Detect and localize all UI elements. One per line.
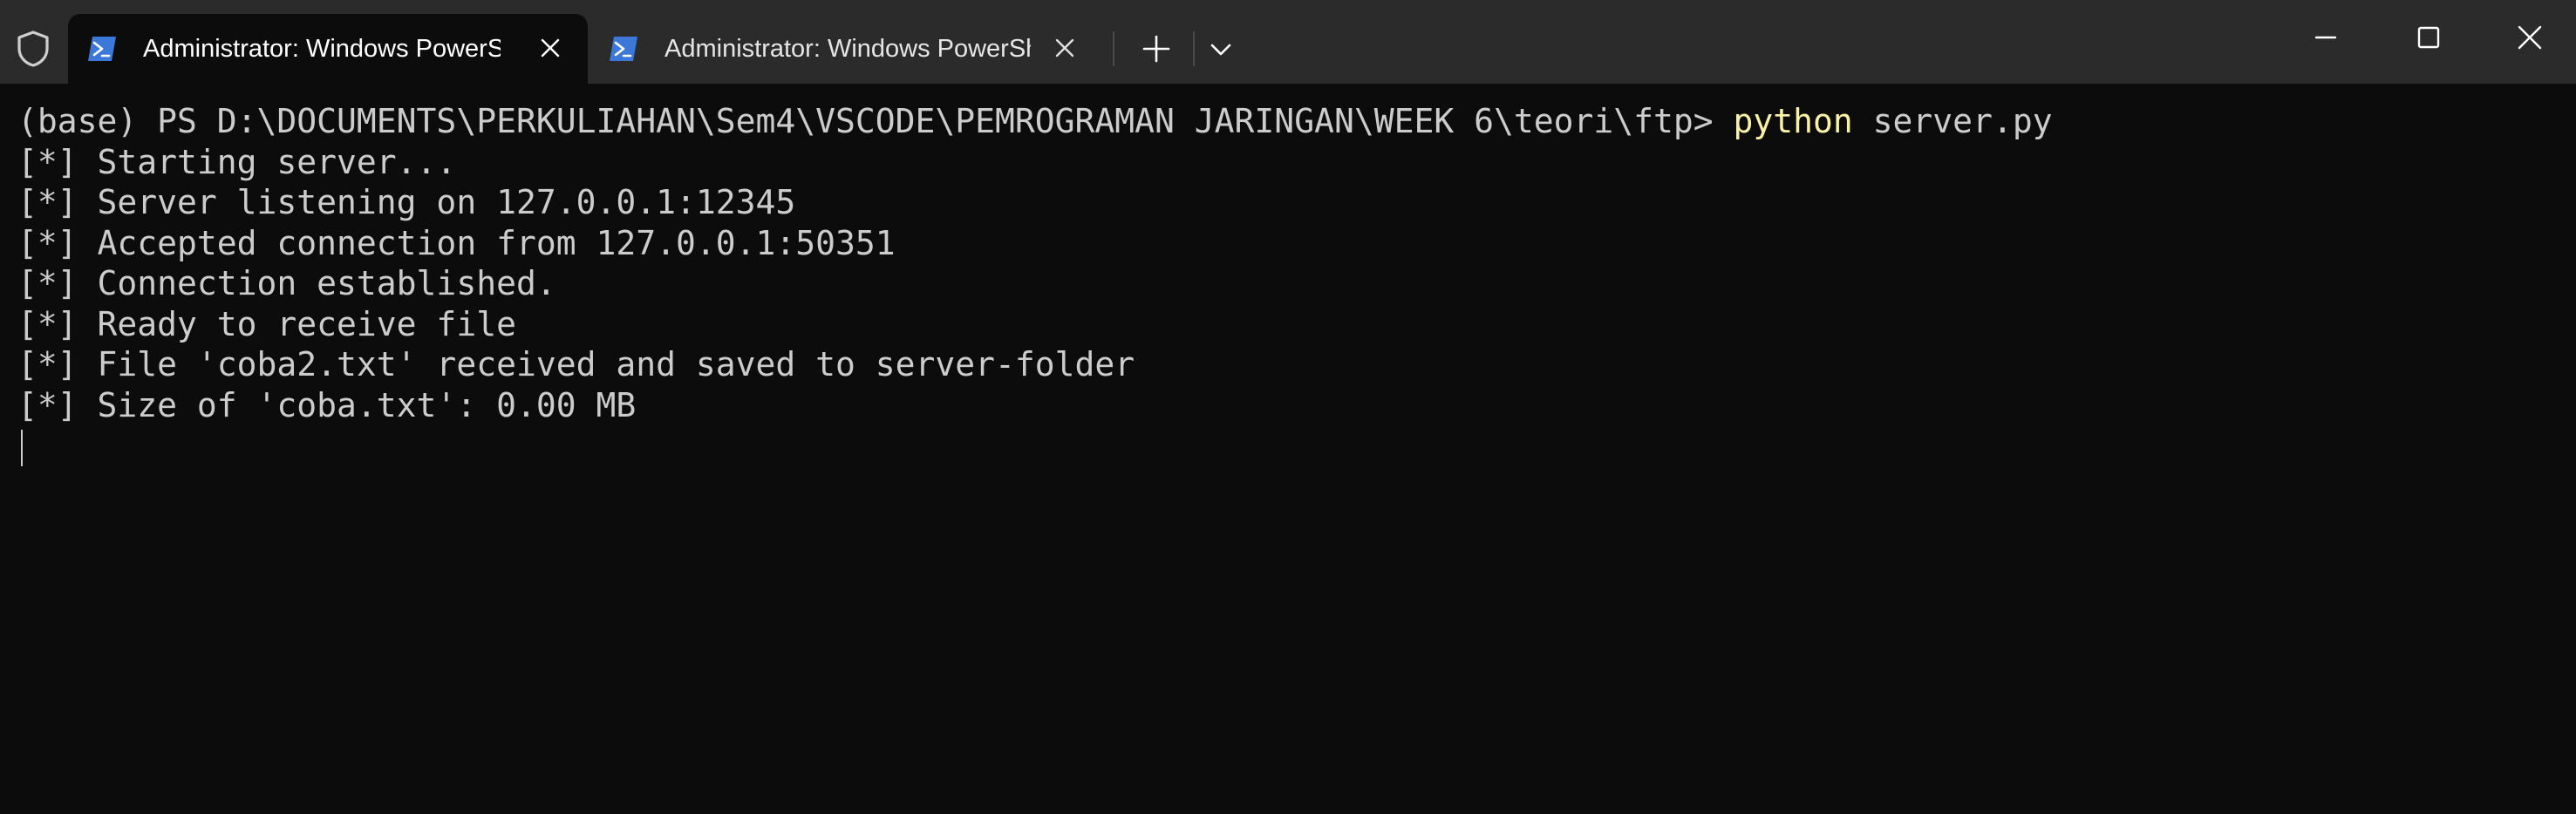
command-args: server.py: [1852, 102, 2053, 140]
output-line: [*] Connection established.: [17, 264, 556, 302]
text-cursor: [21, 429, 23, 466]
plus-icon[interactable]: [1139, 31, 1174, 66]
tab-title: Administrator: Windows PowerShell: [143, 35, 501, 63]
title-bar[interactable]: Administrator: Windows PowerShell Admini…: [0, 0, 2576, 84]
chevron-down-icon[interactable]: [1203, 35, 1238, 64]
minimize-icon[interactable]: [2311, 23, 2341, 52]
powershell-icon: [88, 37, 116, 61]
close-icon[interactable]: [537, 35, 563, 61]
prompt-text: (base) PS D:\DOCUMENTS\PERKULIAHAN\Sem4\…: [17, 102, 1734, 140]
output-line: [*] Starting server...: [17, 142, 457, 181]
output-line: [*] File 'coba2.txt' received and saved …: [17, 345, 1135, 383]
command-text: python: [1733, 102, 1853, 140]
tab-separator: [1113, 31, 1114, 66]
close-icon[interactable]: [2515, 23, 2545, 52]
cursor-line: [17, 425, 2559, 466]
powershell-icon: [610, 37, 637, 61]
maximize-icon[interactable]: [2414, 23, 2443, 52]
tab-active[interactable]: Administrator: Windows PowerShell: [68, 14, 588, 84]
output-line: [*] Ready to receive file: [17, 304, 516, 343]
terminal-window: Administrator: Windows PowerShell Admini…: [0, 0, 2576, 814]
close-icon[interactable]: [1052, 35, 1078, 61]
output-line: [*] Server listening on 127.0.0.1:12345: [17, 183, 796, 221]
output-line: [*] Accepted connection from 127.0.0.1:5…: [17, 223, 896, 262]
tab-separator: [1193, 31, 1195, 66]
tab-title: Administrator: Windows PowerShell: [664, 35, 1031, 63]
output-line: [*] Size of 'coba.txt': 0.00 MB: [17, 385, 637, 424]
tab-inactive[interactable]: Administrator: Windows PowerShell: [596, 14, 1102, 84]
shield-icon: [17, 31, 49, 67]
prompt-line: (base) PS D:\DOCUMENTS\PERKULIAHAN\Sem4\…: [17, 101, 2559, 142]
terminal-output[interactable]: (base) PS D:\DOCUMENTS\PERKULIAHAN\Sem4\…: [17, 101, 2559, 798]
